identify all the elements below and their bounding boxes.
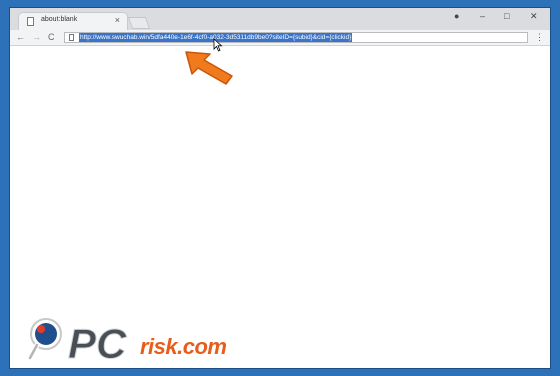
reload-button[interactable]: C [48, 31, 55, 43]
pointer-arrow-icon [185, 51, 233, 85]
tab-about-blank[interactable]: about:blank × [18, 12, 128, 30]
new-tab-button[interactable] [127, 17, 151, 29]
pcrisk-logo-icon: PC [27, 318, 128, 368]
address-bar[interactable]: http://www.swuchab.win/5dfa440e-1e6f-4cf… [64, 32, 528, 43]
menu-icon[interactable]: ⋮ [535, 31, 544, 43]
back-button[interactable]: ← [16, 31, 25, 43]
brand-text: risk.com [140, 334, 227, 359]
profile-icon[interactable]: ● [454, 10, 459, 22]
toolbar: ← → C http://www.swuchab.win/5dfa440e-1e… [10, 30, 550, 46]
close-button[interactable]: ✕ [530, 10, 538, 22]
page-icon [27, 17, 34, 26]
page-info-icon[interactable] [69, 34, 74, 41]
title-bar: about:blank × ● – □ ✕ [10, 8, 550, 30]
minimize-button[interactable]: – [480, 10, 485, 22]
forward-button[interactable]: → [32, 31, 41, 43]
tab-close-icon[interactable]: × [115, 15, 120, 25]
maximize-button[interactable]: □ [504, 10, 509, 22]
tab-title: about:blank [41, 16, 78, 23]
logo-letters: PC [68, 320, 127, 367]
